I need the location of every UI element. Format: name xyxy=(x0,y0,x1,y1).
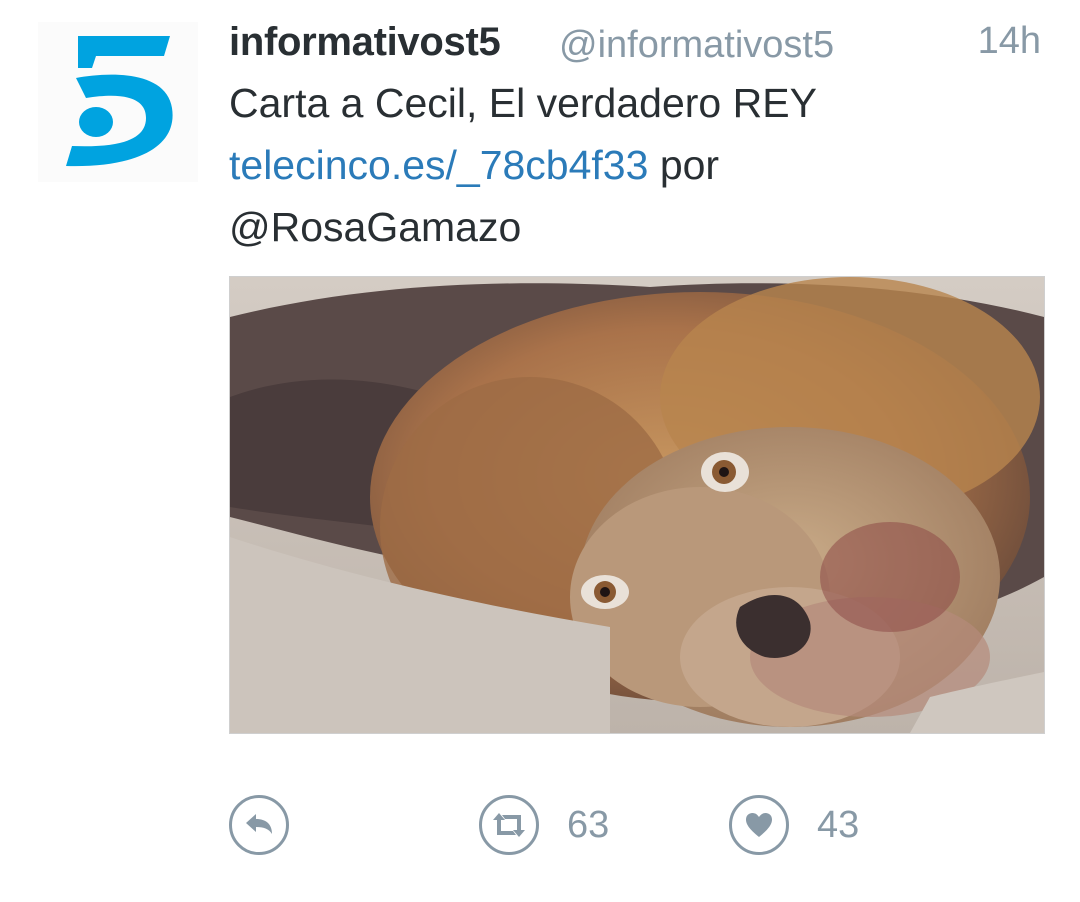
tweet-header: informativost5 @informativost5 14h xyxy=(229,18,1049,72)
display-name[interactable]: informativost5 xyxy=(229,20,501,65)
tweet-actions: 63 43 xyxy=(229,792,1049,858)
retweet-icon xyxy=(479,795,539,855)
timestamp[interactable]: 14h xyxy=(978,20,1041,63)
lion-photo xyxy=(230,277,1044,733)
heart-icon xyxy=(729,795,789,855)
tweet-media[interactable] xyxy=(229,276,1045,734)
screen-name[interactable]: @informativost5 xyxy=(559,24,834,67)
like-count: 43 xyxy=(817,803,860,846)
reply-button[interactable] xyxy=(229,792,317,858)
retweet-button[interactable]: 63 xyxy=(479,792,609,858)
tweet-text: Carta a Cecil, El verdadero REY telecinc… xyxy=(229,72,1029,258)
tweet-link[interactable]: telecinco.es/_78cb4f33 xyxy=(229,142,648,188)
telecinco-logo-icon xyxy=(66,36,173,167)
reply-icon xyxy=(229,795,289,855)
tweet-text-line: Carta a Cecil, El verdadero REY xyxy=(229,80,817,126)
tweet-text-line: telecinco.es/_78cb4f33 por xyxy=(229,134,1029,196)
retweet-count: 63 xyxy=(567,803,610,846)
avatar[interactable] xyxy=(38,22,198,182)
like-button[interactable]: 43 xyxy=(729,792,859,858)
tweet-text-by: por xyxy=(648,142,720,188)
tweet-mention[interactable]: @RosaGamazo xyxy=(229,196,1029,258)
